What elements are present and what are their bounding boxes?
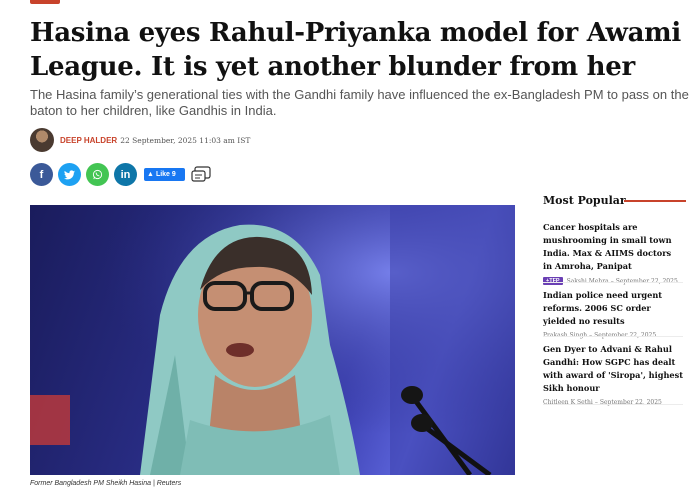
publish-date: 22 September, 2025 11:03 am IST (120, 135, 251, 145)
facebook-like-button[interactable]: ▲ Like 9 (144, 168, 185, 181)
popular-item-title[interactable]: Cancer hospitals are mushrooming in smal… (543, 221, 683, 273)
byline: DEEP HALDER 22 September, 2025 11:03 am … (30, 127, 250, 153)
popular-item-meta: +TFP Sakshi Mehra – September 22, 2025 (543, 277, 683, 285)
whatsapp-share-button[interactable]: w (86, 163, 109, 186)
thumbs-up-icon: ▲ (147, 171, 154, 178)
tfp-badge: +TFP (543, 277, 563, 285)
divider (543, 336, 683, 337)
popular-item-title[interactable]: Gen Dyer to Advani & Rahul Gandhi: How S… (543, 343, 683, 395)
popular-item-date: September 22, 2025 (615, 277, 678, 285)
sidebar-title-underline (624, 200, 686, 202)
popular-item[interactable]: Gen Dyer to Advani & Rahul Gandhi: How S… (543, 343, 683, 406)
popular-item[interactable]: Indian police need urgent reforms. 2006 … (543, 289, 683, 339)
article-subheadline: The Hasina family’s generational ties wi… (30, 87, 689, 118)
popular-item[interactable]: Cancer hospitals are mushrooming in smal… (543, 221, 683, 285)
facebook-icon: f (39, 168, 44, 181)
whatsapp-icon (92, 169, 103, 180)
twitter-icon (64, 169, 75, 179)
author-name[interactable]: DEEP HALDER (60, 136, 117, 145)
popular-item-title[interactable]: Indian police need urgent reforms. 2006 … (543, 289, 683, 328)
twitter-share-button[interactable]: t (58, 163, 81, 186)
facebook-share-button[interactable]: f (30, 163, 53, 186)
linkedin-icon: in (120, 168, 131, 181)
like-count-label: Like 9 (155, 171, 176, 178)
comment-icon[interactable] (191, 165, 211, 184)
divider (543, 404, 683, 405)
image-caption: Former Bangladesh PM Sheikh Hasina | Reu… (30, 480, 182, 487)
popular-item-author[interactable]: Sakshi Mehra (567, 278, 609, 285)
share-bar: f t w in ▲ Like 9 (30, 163, 211, 186)
portrait-illustration (30, 205, 515, 475)
meta-separator: – (610, 277, 614, 285)
author-avatar[interactable] (30, 128, 54, 152)
divider (543, 282, 683, 283)
article-hero-image (30, 205, 515, 475)
most-popular-title: Most Popular (543, 194, 626, 207)
category-tag[interactable] (30, 0, 60, 4)
article-headline: Hasina eyes Rahul-Priyanka model for Awa… (30, 18, 681, 82)
linkedin-share-button[interactable]: in (114, 163, 137, 186)
